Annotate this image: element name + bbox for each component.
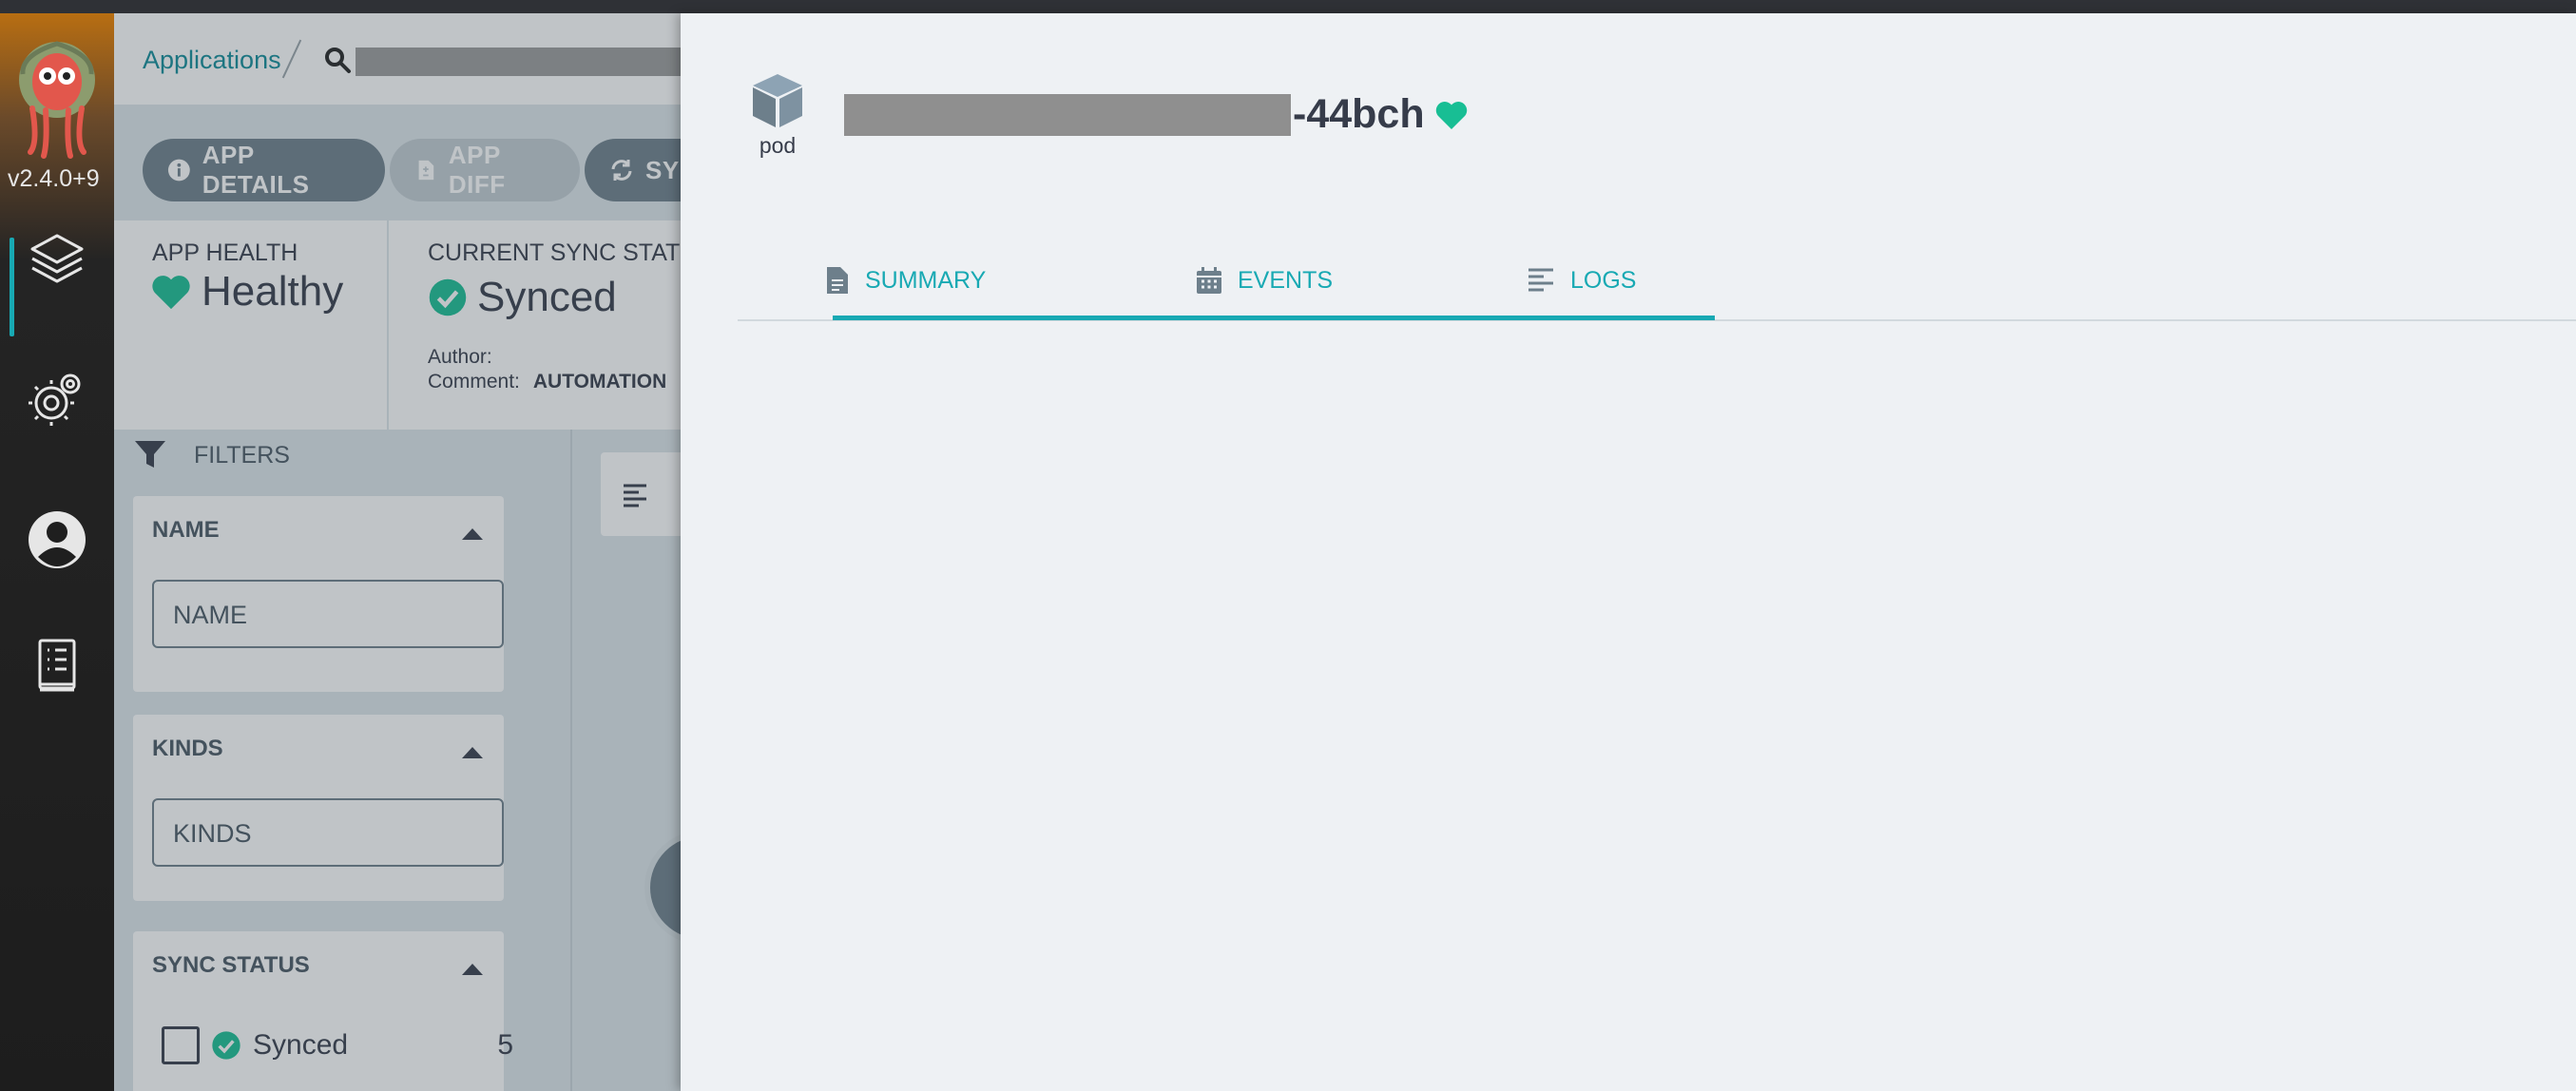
nav-applications[interactable]: [23, 224, 91, 293]
status-divider: [387, 220, 389, 430]
left-nav: v2.4.0+9: [0, 13, 114, 1091]
layers-icon: [30, 234, 84, 283]
sync-button[interactable]: SYNC: [585, 139, 684, 201]
collapse-caret-icon[interactable]: [462, 964, 483, 975]
sync-text: Synced: [477, 274, 617, 320]
app-health-label: APP HEALTH: [152, 239, 298, 266]
heart-icon: [152, 276, 190, 310]
align-left-icon: [624, 484, 646, 507]
kinds-filter-panel: KINDS KINDS: [133, 715, 504, 901]
tab-summary-label: SUMMARY: [865, 266, 987, 294]
filters-header[interactable]: FILTERS: [133, 439, 290, 471]
file-diff-icon: [418, 160, 434, 181]
app-diff-button[interactable]: APP DIFF: [390, 139, 580, 201]
synced-checkbox[interactable]: [162, 1026, 200, 1064]
name-filter-title: NAME: [152, 517, 220, 543]
filter-icon: [135, 441, 165, 468]
tab-summary[interactable]: SUMMARY: [821, 241, 986, 319]
author-label: Author:: [428, 346, 492, 368]
status-panel: APP HEALTH Healthy CURRENT SYNC STATUS S…: [114, 220, 684, 430]
comment-row: Comment: AUTOMATION: [428, 371, 666, 393]
sync-status-option[interactable]: Synced 5: [162, 1026, 513, 1064]
tab-events-label: EVENTS: [1238, 266, 1334, 294]
sync-status-value: Synced: [428, 274, 617, 321]
calendar-icon: [1197, 267, 1221, 294]
sync-status-filter-title: SYNC STATUS: [152, 952, 310, 978]
app-diff-label: APP DIFF: [448, 141, 506, 199]
active-tab-underline: [833, 316, 1715, 320]
kinds-filter-title: KINDS: [152, 736, 223, 761]
align-left-icon: [1528, 268, 1553, 292]
sync-icon: [611, 160, 632, 181]
nav-user-info[interactable]: [23, 506, 91, 574]
redacted-resource-name: [844, 93, 1291, 136]
sync-status-label: CURRENT SYNC STATUS: [428, 239, 684, 266]
name-filter-input[interactable]: NAME: [152, 580, 504, 648]
sync-label: SYNC: [645, 155, 684, 184]
app-details-button[interactable]: APP DETAILS: [143, 139, 385, 201]
user-circle-icon: [29, 511, 86, 568]
comment-label: Comment:: [428, 371, 520, 392]
pod-cube-icon: [753, 74, 802, 127]
breadcrumb-applications[interactable]: Applications: [143, 46, 281, 75]
resource-name-suffix: -44bch: [1293, 91, 1425, 137]
synced-option-label: Synced: [253, 1029, 349, 1061]
app-details-label: APP DETAILS: [202, 141, 310, 199]
search-icon[interactable]: [323, 46, 352, 74]
app-toolbar: APP DETAILS APP DIFF SYNC: [114, 105, 684, 220]
name-filter-panel: NAME NAME: [133, 496, 504, 692]
heart-icon: [1435, 101, 1467, 129]
app-health-value: Healthy: [150, 268, 343, 316]
resource-details-panel: pod -44bch SUMMARY EVENTS LOGS: [681, 13, 2576, 1091]
tab-logs-label: LOGS: [1570, 266, 1637, 294]
filters-title: FILTERS: [194, 441, 290, 469]
file-text-icon: [827, 267, 848, 294]
synced-count: 5: [497, 1029, 513, 1061]
help-book-icon: [38, 639, 76, 692]
resource-name: -44bch: [844, 91, 1469, 138]
collapse-caret-icon[interactable]: [462, 528, 483, 540]
gears-icon: [29, 373, 81, 426]
resource-tabs: SUMMARY EVENTS LOGS: [738, 241, 2576, 321]
top-bar: Applications: [114, 13, 684, 105]
comment-value: AUTOMATION: [532, 371, 667, 392]
argo-logo-icon[interactable]: [11, 36, 103, 162]
sync-status-filter-panel: SYNC STATUS Synced 5: [133, 931, 513, 1091]
tab-events[interactable]: EVENTS: [1194, 241, 1333, 319]
nav-settings[interactable]: [23, 363, 91, 431]
collapse-caret-icon[interactable]: [462, 747, 483, 758]
nav-active-indicator: [10, 238, 14, 336]
window-top-strip: [0, 0, 2576, 13]
kinds-filter-input[interactable]: KINDS: [152, 798, 504, 867]
check-circle-icon: [429, 278, 467, 316]
nav-docs[interactable]: [23, 631, 91, 699]
health-text: Healthy: [202, 268, 344, 315]
breadcrumb-separator: [281, 39, 302, 79]
view-toggle[interactable]: [601, 452, 684, 536]
version-label: v2.4.0+9: [8, 165, 100, 192]
filters-divider: [570, 430, 572, 1091]
resource-kind-label: pod: [759, 133, 797, 158]
graph-node[interactable]: [644, 831, 684, 945]
application-details-page: Applications APP DETAILS APP DIFF SYNC A…: [114, 13, 684, 1091]
tab-logs[interactable]: LOGS: [1527, 241, 1636, 319]
redacted-app-name: [356, 48, 684, 76]
check-circle-icon: [212, 1031, 240, 1060]
info-icon: [167, 159, 190, 182]
